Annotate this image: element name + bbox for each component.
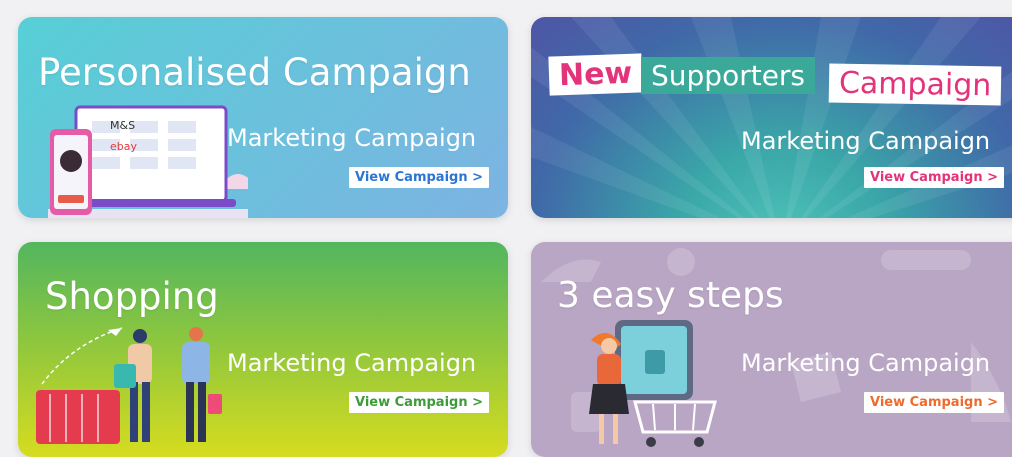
campaign-card-new-supporters[interactable]: New Supporters Campaign Marketing Campai… — [531, 17, 1012, 218]
card-subtitle: Marketing Campaign — [227, 124, 477, 152]
banner-supporters: Supporters — [641, 57, 816, 94]
banner-campaign: Campaign — [828, 63, 1002, 106]
card-title: 3 easy steps — [557, 275, 784, 316]
view-campaign-button[interactable]: View Campaign > — [864, 392, 1005, 413]
campaign-card-personalised[interactable]: Personalised Campaign M&S ebay Marketing… — [18, 17, 508, 218]
card-subtitle: Marketing Campaign — [741, 349, 991, 377]
card-title: Personalised Campaign — [38, 51, 471, 94]
brand-ms-label: M&S — [110, 119, 136, 132]
brand-ebay-label: ebay — [110, 140, 138, 153]
view-campaign-button[interactable]: View Campaign > — [349, 167, 490, 188]
card-title: Shopping — [45, 275, 219, 318]
shoppers-basket-icon — [36, 327, 222, 444]
campaign-card-shopping[interactable]: Shopping Marketing Campaign View Campaig… — [18, 242, 508, 457]
view-campaign-button[interactable]: View Campaign > — [349, 392, 490, 413]
card-subtitle: Marketing Campaign — [227, 349, 477, 377]
woman-trolley-icon — [589, 320, 717, 447]
campaign-card-3-easy-steps[interactable]: 3 easy steps Marketing Campaign View Cam… — [531, 242, 1012, 457]
banner-new: New — [548, 53, 643, 96]
laptop-phone-icon — [48, 105, 248, 218]
card-subtitle: Marketing Campaign — [741, 127, 991, 155]
view-campaign-button[interactable]: View Campaign > — [864, 167, 1005, 188]
